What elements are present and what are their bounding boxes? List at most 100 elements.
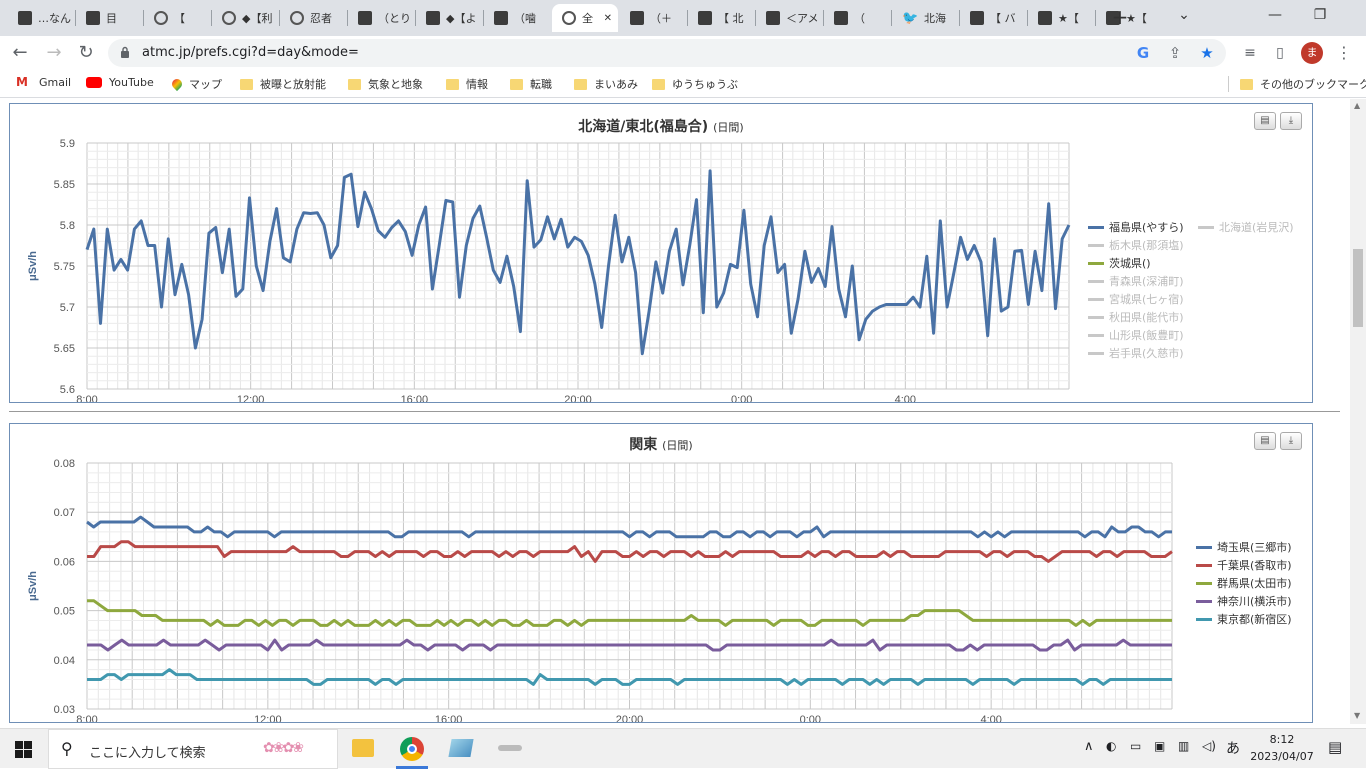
people-icon[interactable]: ◐ — [1106, 739, 1116, 753]
bookmark-star-icon[interactable]: ★ — [1198, 44, 1216, 62]
bookmark-item[interactable]: ゆうちゅうぶ — [652, 76, 738, 92]
back-button[interactable]: ← — [6, 40, 34, 66]
tab-label: 忍者 — [310, 12, 332, 25]
plane-icon[interactable] — [498, 745, 522, 751]
tab-label: ◆【よ — [446, 12, 477, 25]
browser-tab[interactable]: 目 — [76, 4, 142, 32]
site-favicon-icon — [426, 11, 440, 25]
y-tick-label: 5.85 — [54, 179, 75, 191]
x-tick-label: 8:00 — [76, 714, 97, 722]
browser-tab[interactable]: （ — [824, 4, 890, 32]
site-favicon-icon — [698, 11, 712, 25]
browser-tab[interactable]: （＋ — [620, 4, 686, 32]
new-tab-button[interactable]: + — [1110, 6, 1130, 28]
legend-item[interactable]: 千葉県(香取市) — [1196, 556, 1292, 574]
app-icon[interactable] — [448, 739, 474, 757]
side-panel-icon[interactable]: ▯ — [1266, 40, 1294, 66]
tab-label: 【 北 — [718, 12, 744, 25]
bookmark-item[interactable]: 転職 — [510, 76, 552, 92]
bookmark-item[interactable]: YouTube — [86, 76, 154, 89]
forward-button[interactable]: → — [40, 40, 68, 66]
browser-tab[interactable]: 忍者 — [280, 4, 346, 32]
legend-item[interactable]: 埼玉県(三郷市) — [1196, 538, 1292, 556]
clock-date[interactable]: 2023/04/07 — [1246, 750, 1318, 763]
legend-item[interactable]: 宮城県(七ヶ宿) — [1088, 290, 1184, 308]
windows-start-icon[interactable] — [15, 741, 32, 758]
legend-item[interactable]: 福島県(やすら) — [1088, 218, 1184, 236]
browser-tab[interactable]: （噛 — [484, 4, 550, 32]
bookmark-label: まいあみ — [594, 78, 638, 91]
ime-indicator[interactable]: あ — [1226, 738, 1240, 758]
tab-label: 【 バ — [990, 12, 1016, 25]
browser-tab[interactable]: …なん — [8, 4, 74, 32]
bookmark-item[interactable]: まいあみ — [574, 76, 638, 92]
browser-tab[interactable]: 🐦 北海 — [892, 4, 958, 32]
chart-svg: 0.08 0.07 0.06 0.05 0.04 0.038:00 12:00 16:00 20… — [27, 458, 1173, 722]
legend-item[interactable]: 山形県(飯豊町) — [1088, 326, 1184, 344]
legend-item[interactable]: 群馬県(太田市) — [1196, 574, 1292, 592]
windows-taskbar: ⚲ ここに入力して検索 ✿❀✿❀ ∧ ◐ ▭ ▣ ▥ ◁) あ 8:12 202… — [0, 728, 1366, 769]
restore-icon[interactable]: ❐ — [1297, 0, 1343, 32]
other-bookmarks[interactable]: その他のブックマーク — [1240, 76, 1366, 92]
search-placeholder: ここに入力して検索 — [89, 746, 206, 761]
browser-tab[interactable]: 【 北 — [688, 4, 754, 32]
y-tick-label: 5.9 — [60, 138, 75, 150]
x-tick-label: 0:00 — [731, 394, 752, 402]
legend-item[interactable]: 岩手県(久慈市) — [1088, 344, 1184, 362]
browser-tab[interactable]: ＜アメ — [756, 4, 822, 32]
browser-tab[interactable]: ◆【よ — [416, 4, 482, 32]
legend-item[interactable]: 茨城県() — [1088, 254, 1151, 272]
legend-item[interactable]: 栃木県(那須塩) — [1088, 236, 1184, 254]
notification-icon[interactable]: ▤ — [1328, 738, 1342, 756]
scroll-up-icon[interactable]: ▲ — [1354, 101, 1360, 110]
reload-button[interactable]: ↻ — [72, 40, 100, 66]
network-icon[interactable]: ▥ — [1178, 739, 1189, 753]
scrollbar-thumb[interactable] — [1353, 249, 1363, 327]
file-explorer-icon[interactable] — [352, 739, 374, 757]
divider — [9, 411, 1340, 412]
bookmark-item[interactable]: M Gmail — [16, 76, 71, 89]
google-translate-icon[interactable]: G — [1134, 44, 1152, 62]
legend-swatch — [1198, 225, 1214, 229]
chevron-down-icon[interactable]: ⌄ — [1161, 0, 1207, 32]
bookmark-item[interactable]: 情報 — [446, 76, 488, 92]
taskbar-search[interactable]: ⚲ ここに入力して検索 ✿❀✿❀ — [48, 729, 338, 769]
browser-tab[interactable]: ◆【利 — [212, 4, 278, 32]
vertical-scrollbar[interactable]: ▲ ▼ — [1350, 99, 1366, 724]
menu-icon[interactable]: ⋮ — [1330, 40, 1358, 66]
monitor-icon[interactable]: ▣ — [1154, 739, 1165, 753]
tab-label: …なん — [38, 12, 71, 25]
share-icon[interactable]: ⇪ — [1166, 44, 1184, 62]
x-tick-label: 8:00 — [76, 394, 97, 402]
tab-label: 北海 — [924, 12, 946, 25]
volume-icon[interactable]: ◁) — [1202, 739, 1216, 753]
legend-item[interactable]: 東京都(新宿区) — [1196, 610, 1292, 628]
chrome-icon[interactable] — [400, 737, 424, 761]
bookmark-item[interactable]: 気象と地象 — [348, 76, 423, 92]
browser-tab[interactable]: 【 — [144, 4, 210, 32]
url-text: atmc.jp/prefs.cgi?d=day&mode= — [142, 45, 359, 60]
address-bar[interactable]: atmc.jp/prefs.cgi?d=day&mode= G ⇪ ★ — [108, 39, 1226, 67]
browser-tab[interactable]: 【 バ — [960, 4, 1026, 32]
legend-item[interactable]: 秋田県(能代市) — [1088, 308, 1184, 326]
legend-label: 茨城県() — [1109, 257, 1151, 270]
x-tick-label: 4:00 — [980, 714, 1001, 722]
legend-item[interactable]: 青森県(深浦町) — [1088, 272, 1184, 290]
close-tab-icon[interactable]: ✕ — [604, 13, 612, 24]
browser-tab[interactable]: （とり — [348, 4, 414, 32]
profile-avatar[interactable]: ま — [1301, 42, 1323, 64]
reading-list-icon[interactable]: ≡ — [1236, 40, 1264, 66]
scroll-down-icon[interactable]: ▼ — [1354, 711, 1360, 720]
y-axis-label: μSv/h — [27, 571, 39, 601]
browser-tab[interactable]: ★【 — [1028, 4, 1094, 32]
chevron-up-icon[interactable]: ∧ — [1084, 739, 1094, 754]
legend-item[interactable]: 神奈川(横浜市) — [1196, 592, 1292, 610]
minimize-icon[interactable]: — — [1252, 0, 1298, 32]
clock-time[interactable]: 8:12 — [1252, 733, 1312, 746]
legend-item[interactable]: 北海道(岩見沢) — [1198, 218, 1294, 236]
battery-icon[interactable]: ▭ — [1130, 739, 1141, 753]
bookmark-item[interactable]: 被曝と放射能 — [240, 76, 326, 92]
browser-tab[interactable]: 全 ✕ — [552, 4, 618, 32]
bookmark-item[interactable]: マップ — [169, 76, 222, 92]
tab-label: （とり — [378, 12, 411, 25]
